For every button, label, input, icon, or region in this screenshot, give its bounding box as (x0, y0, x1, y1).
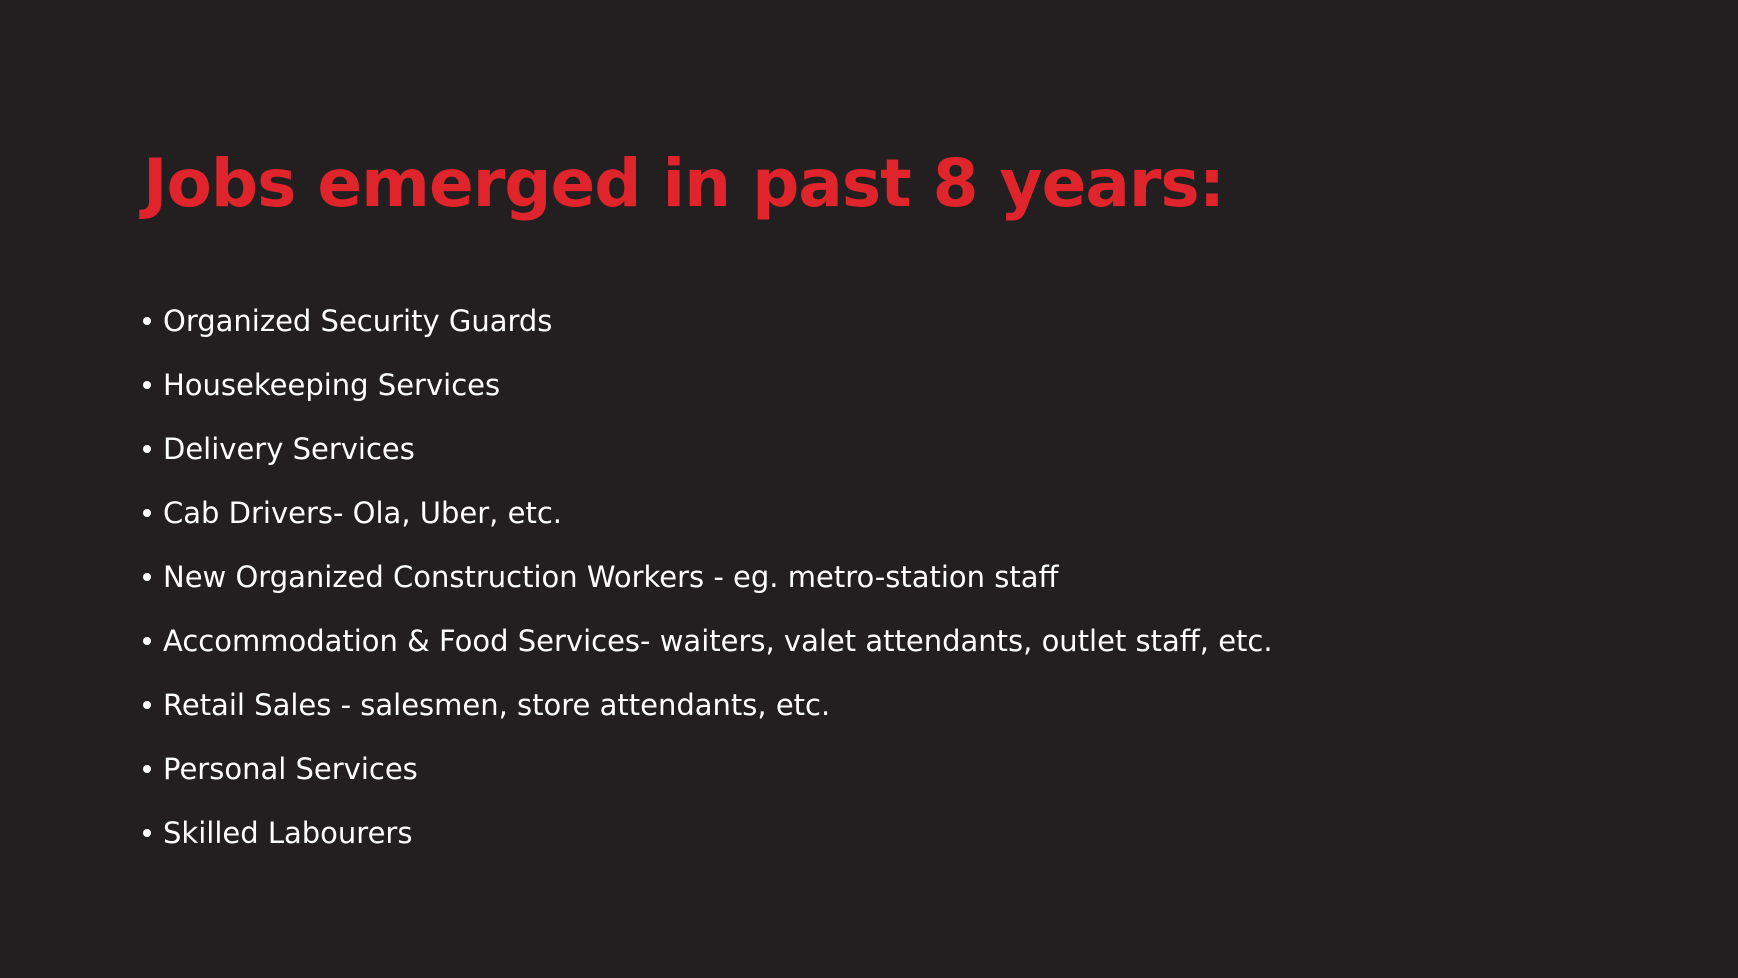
bullet-icon (143, 573, 151, 581)
list-item: Housekeeping Services (143, 353, 1273, 417)
list-item-text: Retail Sales - salesmen, store attendant… (163, 688, 831, 722)
list-item: Skilled Labourers (143, 801, 1273, 865)
bullet-icon (143, 509, 151, 517)
list-item: Accommodation & Food Services- waiters, … (143, 609, 1273, 673)
list-item-text: Accommodation & Food Services- waiters, … (163, 624, 1273, 658)
list-item-text: Housekeeping Services (163, 368, 501, 402)
list-item: Retail Sales - salesmen, store attendant… (143, 673, 1273, 737)
list-item-text: Cab Drivers- Ola, Uber, etc. (163, 496, 562, 530)
list-item-text: Skilled Labourers (163, 816, 413, 850)
list-item-text: Delivery Services (163, 432, 415, 466)
bullet-list: Organized Security Guards Housekeeping S… (143, 289, 1273, 865)
bullet-icon (143, 445, 151, 453)
bullet-icon (143, 381, 151, 389)
list-item: Delivery Services (143, 417, 1273, 481)
list-item: New Organized Construction Workers - eg.… (143, 545, 1273, 609)
list-item-text: Personal Services (163, 752, 418, 786)
slide-title: Jobs emerged in past 8 years: (143, 145, 1225, 222)
bullet-icon (143, 637, 151, 645)
list-item: Cab Drivers- Ola, Uber, etc. (143, 481, 1273, 545)
list-item: Personal Services (143, 737, 1273, 801)
list-item-text: New Organized Construction Workers - eg.… (163, 560, 1059, 594)
bullet-icon (143, 765, 151, 773)
slide: Jobs emerged in past 8 years: Organized … (0, 0, 1738, 978)
list-item: Organized Security Guards (143, 289, 1273, 353)
bullet-icon (143, 829, 151, 837)
bullet-icon (143, 701, 151, 709)
list-item-text: Organized Security Guards (163, 304, 553, 338)
bullet-icon (143, 317, 151, 325)
